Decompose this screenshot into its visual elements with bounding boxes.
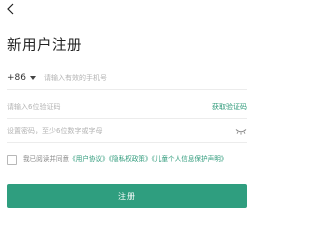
register-button[interactable]: 注册: [7, 184, 247, 208]
child-protection-link[interactable]: 《儿童个人信息保护声明》: [152, 155, 228, 163]
code-row: 获取验证码: [7, 96, 247, 119]
agreement-text: 我已阅读并同意《用户协议》《隐私权政策》《儿童个人信息保护声明》: [23, 154, 247, 164]
privacy-policy-link[interactable]: 《隐私权政策》: [109, 155, 152, 163]
country-code: +86: [7, 73, 26, 83]
back-button[interactable]: [2, 0, 20, 18]
agreement-prefix: 我已阅读并同意: [23, 155, 70, 163]
page-title: 新用户注册: [7, 38, 82, 54]
password-input[interactable]: [7, 122, 231, 140]
chevron-left-icon: [7, 3, 14, 15]
user-agreement-link[interactable]: 《用户协议》: [69, 155, 109, 163]
country-code-selector[interactable]: +86: [7, 73, 36, 83]
phone-row: +86: [7, 67, 247, 90]
agreement-row: 我已阅读并同意《用户协议》《隐私权政策》《儿童个人信息保护声明》: [7, 154, 247, 165]
chevron-down-icon: [30, 76, 36, 80]
phone-input[interactable]: [44, 69, 247, 87]
agreement-checkbox[interactable]: [7, 155, 17, 165]
verification-code-input[interactable]: [7, 98, 212, 116]
eye-closed-icon[interactable]: [235, 128, 247, 135]
password-row: [7, 120, 247, 143]
get-code-button[interactable]: 获取验证码: [212, 102, 247, 112]
